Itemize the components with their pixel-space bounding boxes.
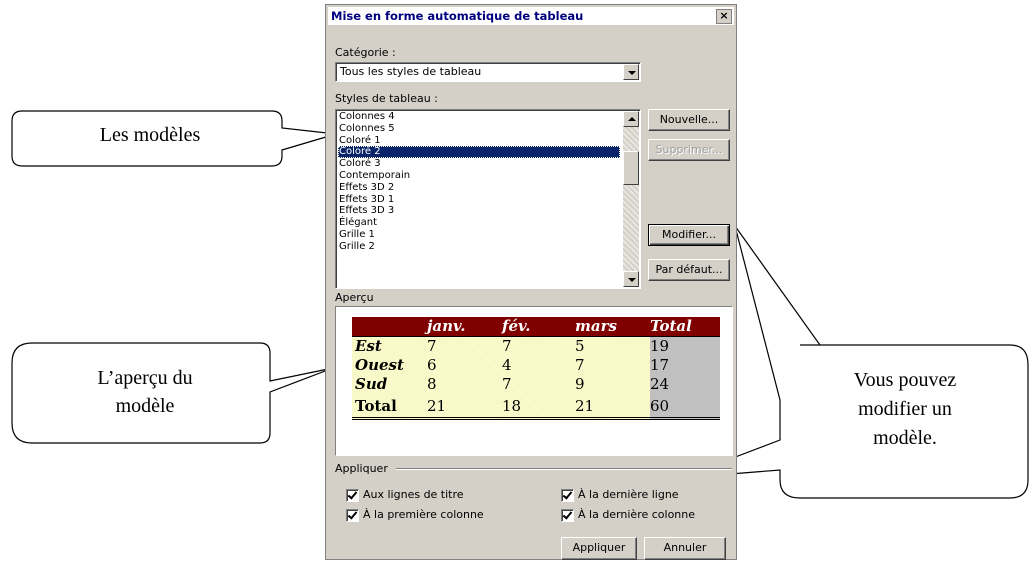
preview-cell: 7 bbox=[575, 356, 585, 374]
callout-modify-line1: Vous pouvez bbox=[853, 369, 957, 391]
preview-row-header: Sud bbox=[355, 375, 388, 393]
preview-cell: 24 bbox=[650, 375, 670, 393]
preview-cell: 5 bbox=[575, 337, 585, 355]
default-style-button[interactable]: Par défaut... bbox=[648, 259, 730, 281]
preview-cell: 8 bbox=[427, 375, 437, 393]
preview-cell: 19 bbox=[650, 337, 670, 355]
preview-cell: 60 bbox=[650, 397, 670, 415]
close-icon: × bbox=[719, 9, 729, 22]
style-list-item[interactable]: Effets 3D 3 bbox=[338, 205, 620, 217]
preview-cell: 7 bbox=[502, 375, 512, 393]
preview-pane: janv. fév. mars Total Est 7 7 5 19 Ouest… bbox=[335, 306, 733, 456]
category-dropdown[interactable]: Tous les styles de tableau bbox=[335, 62, 641, 82]
style-list-item[interactable]: Effets 3D 1 bbox=[338, 194, 620, 206]
styles-scrollbar[interactable] bbox=[623, 111, 639, 287]
scroll-down-button[interactable] bbox=[623, 271, 639, 287]
callout-modify-line3: modèle. bbox=[873, 427, 937, 449]
callout-preview-text: L’aperçu du modèle bbox=[40, 364, 250, 420]
delete-style-label: Supprimer... bbox=[655, 143, 723, 156]
preview-row-header: Total bbox=[355, 397, 397, 415]
last-column-label[interactable]: À la dernière colonne bbox=[578, 508, 695, 521]
new-style-button[interactable]: Nouvelle... bbox=[648, 109, 730, 131]
styles-label: Styles de tableau : bbox=[335, 92, 438, 105]
preview-cell: 4 bbox=[502, 356, 512, 374]
title-rows-checkbox[interactable] bbox=[346, 489, 359, 502]
preview-cell: 21 bbox=[575, 397, 595, 415]
callout-modify-text: Vous pouvez modifier un modèle. bbox=[800, 366, 1010, 453]
apply-group-label: Appliquer bbox=[335, 462, 388, 475]
modify-style-button[interactable]: Modifier... bbox=[648, 224, 730, 246]
style-list-item[interactable]: Coloré 1 bbox=[338, 135, 620, 147]
callout-preview-line1: L’aperçu du bbox=[97, 367, 193, 389]
style-list-item[interactable]: Grille 1 bbox=[338, 229, 620, 241]
style-list-item[interactable]: Colonnes 4 bbox=[338, 111, 620, 123]
close-button[interactable]: × bbox=[716, 9, 732, 24]
style-list-item[interactable]: Colonnes 5 bbox=[338, 123, 620, 135]
last-row-checkbox[interactable] bbox=[561, 489, 574, 502]
style-list-item[interactable]: Élégant bbox=[338, 217, 620, 229]
preview-cell: 18 bbox=[502, 397, 522, 415]
last-row-label[interactable]: À la dernière ligne bbox=[578, 488, 679, 501]
preview-row-header: Est bbox=[355, 337, 382, 355]
style-list-item[interactable]: Contemporain bbox=[338, 170, 620, 182]
preview-bottom-rule bbox=[352, 417, 720, 420]
callout-models-label: Les modèles bbox=[99, 124, 201, 146]
style-list-item[interactable]: Effets 3D 2 bbox=[338, 182, 620, 194]
autoformat-dialog: Mise en forme automatique de tableau × C… bbox=[325, 4, 737, 560]
preview-header-cell: Total bbox=[650, 317, 692, 335]
preview-cell: 7 bbox=[502, 337, 512, 355]
scroll-thumb[interactable] bbox=[623, 151, 639, 185]
apply-button[interactable]: Appliquer bbox=[561, 537, 637, 560]
style-list-item[interactable]: Coloré 3 bbox=[338, 158, 620, 170]
callout-models-text: Les modèles bbox=[40, 124, 260, 147]
category-dropdown-button[interactable] bbox=[623, 64, 639, 80]
preview-cell: 17 bbox=[650, 356, 670, 374]
style-list-item[interactable]: Coloré 2 bbox=[338, 146, 620, 159]
chevron-down-icon bbox=[628, 71, 636, 75]
chevron-up-icon bbox=[628, 117, 636, 121]
first-column-checkbox[interactable] bbox=[346, 509, 359, 522]
title-rows-label[interactable]: Aux lignes de titre bbox=[363, 488, 464, 501]
preview-header-cell: janv. bbox=[427, 317, 466, 335]
apply-label: Appliquer bbox=[572, 541, 626, 554]
preview-cell: 7 bbox=[427, 337, 437, 355]
cancel-label: Annuler bbox=[663, 541, 707, 554]
modify-style-label: Modifier... bbox=[662, 228, 716, 241]
apply-group-rule bbox=[396, 468, 732, 470]
preview-label: Aperçu bbox=[335, 291, 374, 304]
callout-modify-line2: modifier un bbox=[858, 398, 952, 420]
styles-listbox[interactable]: Colonnes 4 Colonnes 5 Coloré 1 Coloré 2 Colo… bbox=[335, 109, 641, 289]
preview-cell: 6 bbox=[427, 356, 437, 374]
category-label: Catégorie : bbox=[335, 46, 396, 59]
default-style-label: Par défaut... bbox=[655, 263, 723, 276]
cancel-button[interactable]: Annuler bbox=[644, 537, 726, 560]
preview-header-cell: fév. bbox=[502, 317, 531, 335]
callout-preview-line2: modèle bbox=[115, 395, 175, 417]
style-list-item[interactable]: Grille 2 bbox=[338, 241, 620, 253]
delete-style-button[interactable]: Supprimer... bbox=[648, 139, 730, 161]
preview-row-header: Ouest bbox=[355, 356, 404, 374]
category-value: Tous les styles de tableau bbox=[340, 65, 482, 78]
dialog-titlebar: Mise en forme automatique de tableau × bbox=[328, 7, 734, 25]
dialog-title: Mise en forme automatique de tableau bbox=[331, 9, 584, 23]
styles-items: Colonnes 4 Colonnes 5 Coloré 1 Coloré 2 Colo… bbox=[338, 111, 620, 253]
new-style-label: Nouvelle... bbox=[659, 113, 719, 126]
preview-cell: 21 bbox=[427, 397, 447, 415]
first-column-label[interactable]: À la première colonne bbox=[363, 508, 484, 521]
chevron-down-icon bbox=[628, 278, 636, 282]
preview-cell: 9 bbox=[575, 375, 585, 393]
preview-header-cell: mars bbox=[575, 317, 617, 335]
scroll-up-button[interactable] bbox=[623, 111, 639, 127]
last-column-checkbox[interactable] bbox=[561, 509, 574, 522]
